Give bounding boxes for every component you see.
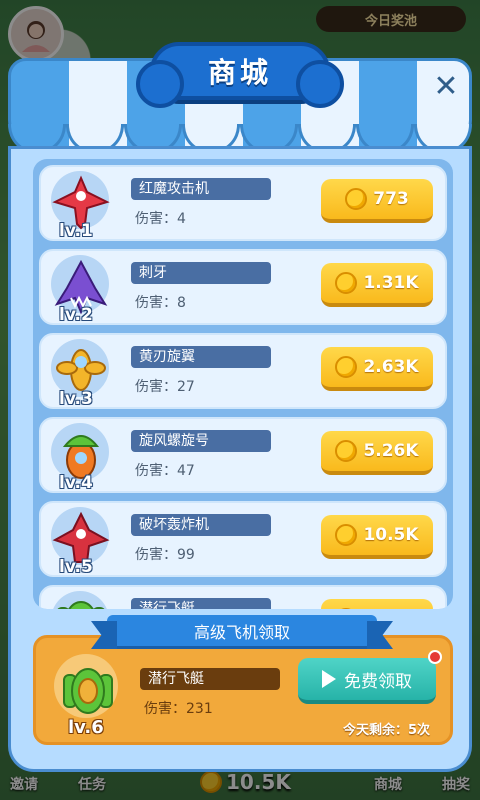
plane-name: 破坏轰炸机: [131, 514, 271, 536]
close-icon: ✕: [433, 68, 459, 104]
buy-button[interactable]: 2.63K: [321, 347, 433, 391]
plane-thumbnail: lv.2: [41, 249, 121, 325]
shop-title-banner: 商城: [136, 42, 344, 108]
remaining-claims: 今天剩余：5次: [342, 723, 430, 738]
coin-icon: [345, 188, 368, 210]
price-label: 773: [373, 189, 409, 209]
buy-button[interactable]: 1.31K: [321, 263, 433, 307]
plane-name: 红魔攻击机: [131, 178, 271, 200]
reward-plane: lv.6: [48, 652, 128, 738]
shop-item-row: lv.1 红魔攻击机 伤害：4 773: [39, 165, 447, 241]
shop-body: lv.1 红魔攻击机 伤害：4 773 lv.2 刺牙 伤害：8 1.31K l…: [8, 146, 472, 772]
price-label: 10.5K: [363, 525, 419, 545]
reward-level: lv.6: [68, 717, 104, 738]
plane-name: 黄刃旋翼: [131, 346, 271, 368]
shop-item-row: lv.2 刺牙 伤害：8 1.31K: [39, 249, 447, 325]
buy-button[interactable]: 5.26K: [321, 431, 433, 475]
buy-button[interactable]: 773: [321, 179, 433, 223]
page-title: 商城: [207, 56, 272, 89]
close-button[interactable]: ✕: [426, 66, 466, 106]
stealth-airship-icon: [63, 668, 113, 714]
buy-button[interactable]: 10.5K: [321, 515, 433, 559]
notification-dot: [428, 650, 442, 664]
plane-thumbnail: lv.1: [41, 165, 121, 241]
plane-thumbnail: lv.5: [41, 501, 121, 577]
free-claim-label: 免费领取: [344, 671, 412, 692]
shop-item-row: lv.3 黄刃旋翼 伤害：27 2.63K: [39, 333, 447, 409]
reward-plane-name: 潜行飞艇: [140, 668, 280, 690]
shop-item-row: lv.6 潜行飞艇 伤害： 24.7K: [39, 585, 447, 609]
stealth-airship-icon: [57, 601, 105, 609]
price-label: 1.31K: [363, 273, 419, 293]
coin-icon: [335, 524, 358, 546]
plane-name: 旋风螺旋号: [131, 430, 271, 452]
plane-list[interactable]: lv.1 红魔攻击机 伤害：4 773 lv.2 刺牙 伤害：8 1.31K l…: [33, 159, 453, 609]
plane-thumbnail: lv.6: [41, 585, 121, 609]
reward-banner: 高级飞机领取: [107, 615, 377, 649]
price-label: 5.26K: [363, 441, 419, 461]
price-label: 2.63K: [363, 357, 419, 377]
shop-item-row: lv.4 旋风螺旋号 伤害：47 5.26K: [39, 417, 447, 493]
plane-name: 潜行飞艇: [131, 598, 271, 609]
coin-icon: [335, 272, 358, 294]
play-icon: [322, 670, 336, 688]
shop-item-row: lv.5 破坏轰炸机 伤害：99 10.5K: [39, 501, 447, 577]
reward-damage: 伤害：231: [144, 701, 213, 717]
plane-level: lv.5: [59, 557, 93, 577]
plane-level: lv.2: [59, 305, 93, 325]
coin-icon: [335, 440, 358, 462]
plane-level: lv.4: [59, 473, 93, 493]
plane-name: 刺牙: [131, 262, 271, 284]
plane-thumbnail: lv.3: [41, 333, 121, 409]
reward-card: lv.6 潜行飞艇 伤害：231 免费领取 今天剩余：5次: [33, 635, 453, 745]
coin-icon: [335, 356, 358, 378]
plane-level: lv.1: [59, 221, 93, 241]
coin-icon: [335, 608, 358, 609]
plane-thumbnail: lv.4: [41, 417, 121, 493]
shop-modal: 商城 ✕ lv.1 红魔攻击机 伤害：4 773 lv.2 刺牙 伤害：8 1.…: [8, 42, 472, 772]
buy-button[interactable]: 24.7K: [321, 599, 433, 609]
plane-level: lv.3: [59, 389, 93, 409]
free-claim-button[interactable]: 免费领取: [298, 650, 442, 704]
